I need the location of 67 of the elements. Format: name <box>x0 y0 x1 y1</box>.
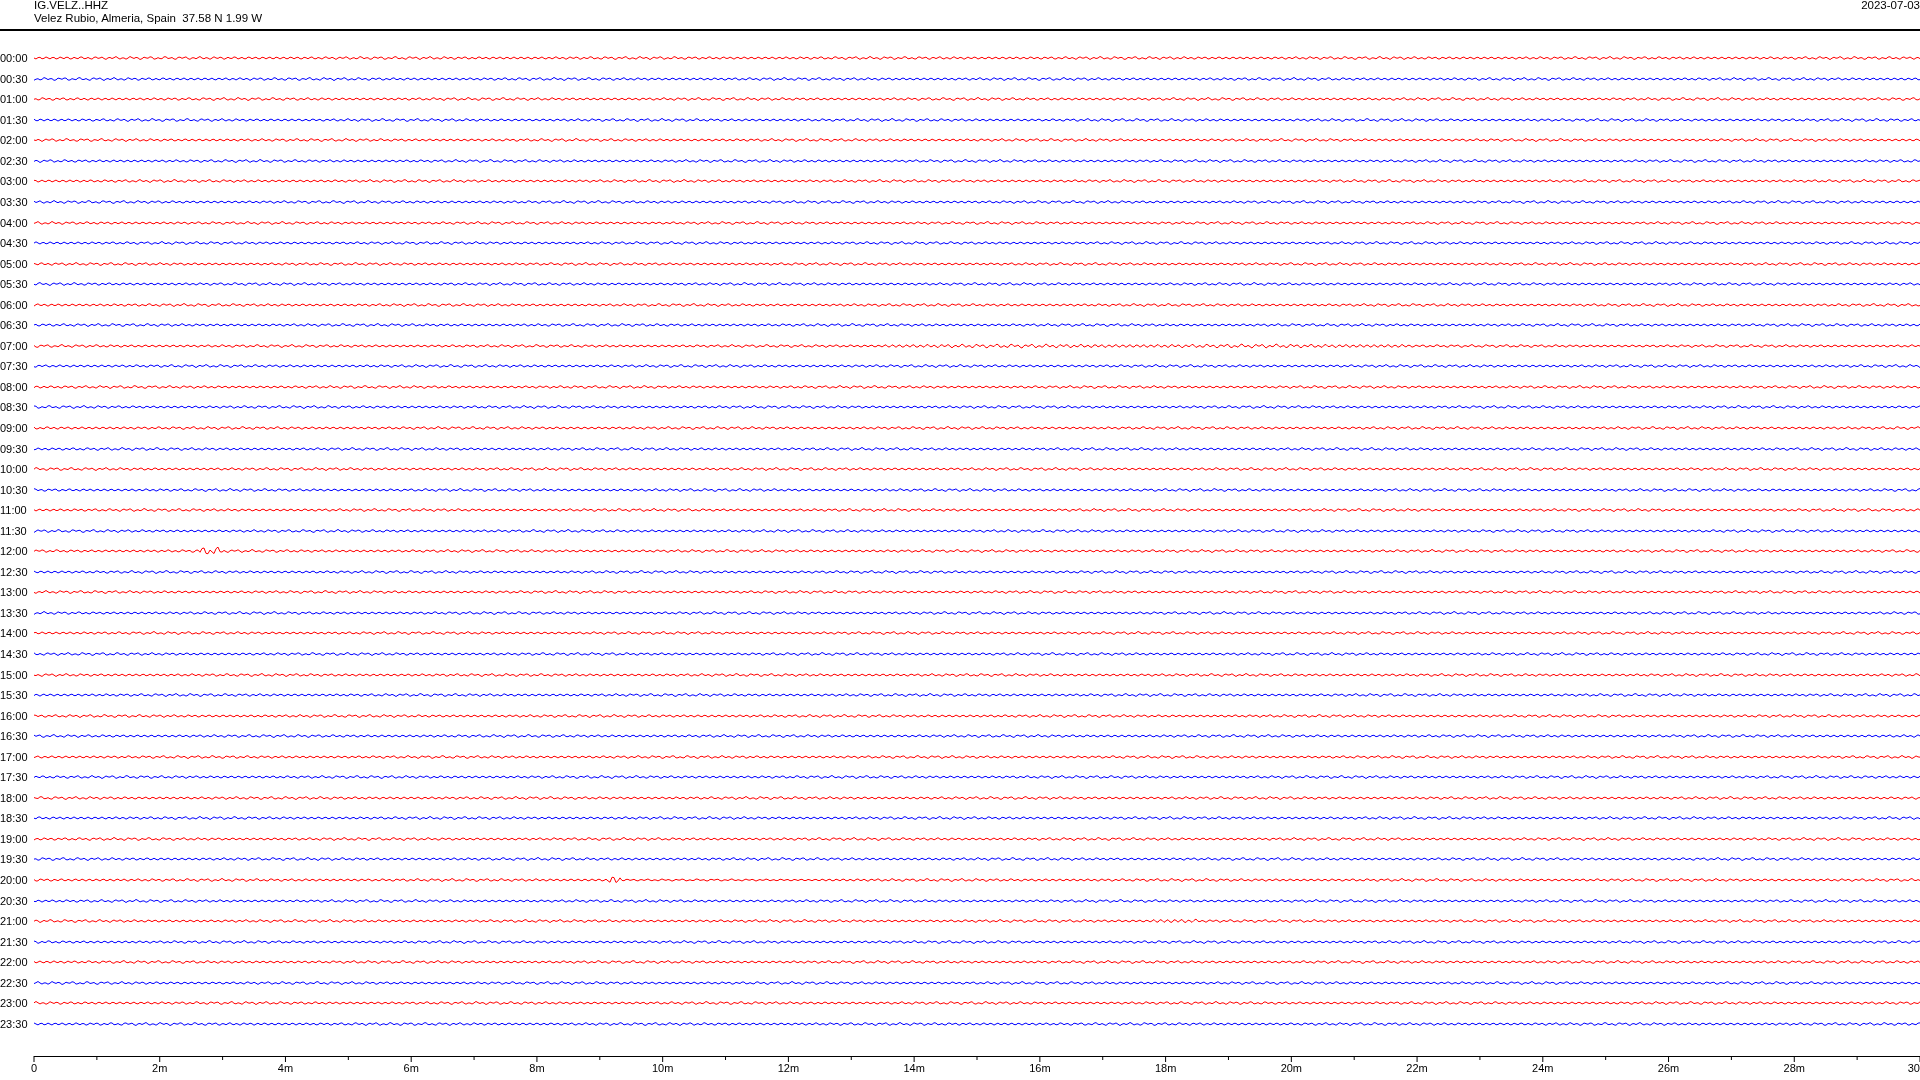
time-label: 15:30 <box>0 689 29 702</box>
time-label: 04:00 <box>0 216 29 229</box>
time-label: 06:00 <box>0 298 29 311</box>
time-label: 13:30 <box>0 606 29 619</box>
time-label: 22:00 <box>0 956 29 969</box>
time-label: 21:30 <box>0 935 29 948</box>
axis-tick-label: 28m <box>1783 1062 1805 1076</box>
time-label: 10:30 <box>0 483 29 496</box>
axis-tick-label: 16m <box>1029 1062 1051 1076</box>
time-label: 07:30 <box>0 360 29 373</box>
time-label: 12:00 <box>0 545 29 558</box>
station-code: IG.VELZ..HHZ <box>34 0 110 12</box>
time-label: 17:30 <box>0 771 29 784</box>
time-label: 20:00 <box>0 874 29 886</box>
time-label: 23:00 <box>0 997 29 1010</box>
time-label: 08:00 <box>0 380 29 393</box>
axis-tick-label: 24m <box>1532 1062 1554 1076</box>
time-label: 01:00 <box>0 93 29 106</box>
time-label: 06:30 <box>0 319 29 332</box>
time-label: 20:30 <box>0 894 29 907</box>
time-label: 00:00 <box>0 52 29 65</box>
axis-tick-label: 18m <box>1154 1062 1177 1076</box>
time-label: 04:30 <box>0 237 29 250</box>
time-label: 21:00 <box>0 915 29 928</box>
time-label: 03:00 <box>0 175 29 188</box>
axis-tick-label: 14m <box>903 1062 925 1076</box>
time-label: 00:30 <box>0 72 29 85</box>
axis-tick-label: 26m <box>1657 1062 1680 1076</box>
time-label: 09:30 <box>0 442 29 455</box>
time-label: 02:30 <box>0 154 29 167</box>
time-label: 14:00 <box>0 627 29 640</box>
time-label: 11:00 <box>0 504 28 517</box>
axis-tick-label: 22m <box>1406 1062 1428 1076</box>
time-label: 09:00 <box>0 422 29 434</box>
time-label: 15:00 <box>0 668 29 681</box>
time-label: 05:30 <box>0 278 29 291</box>
date-label: 2023-07-03 <box>1861 0 1920 13</box>
time-label: 14:30 <box>0 648 29 660</box>
time-label: 22:30 <box>0 976 29 989</box>
time-label: 01:30 <box>0 113 29 126</box>
time-label: 13:00 <box>0 586 29 599</box>
time-label: 11:30 <box>0 524 28 537</box>
time-label: 23:30 <box>0 1017 29 1030</box>
axis-tick-label: 8m <box>529 1062 545 1076</box>
axis-tick-label: 2m <box>152 1062 168 1076</box>
time-label: 12:30 <box>0 565 29 578</box>
axis-tick-label: 6m <box>403 1062 419 1076</box>
axis-tick-label: 0 <box>30 1062 38 1076</box>
time-label: 18:00 <box>0 791 29 804</box>
axis-tick-label: 30 <box>1907 1062 1920 1076</box>
time-label: 16:00 <box>0 709 29 722</box>
time-label: 02:00 <box>0 134 29 147</box>
axis-tick-label: 4m <box>277 1062 294 1076</box>
station-location: Velez Rubio, Almeria, Spain 37.58 N 1.99 W <box>34 12 263 25</box>
time-label: 07:00 <box>0 339 29 352</box>
time-label: 17:00 <box>0 750 29 763</box>
time-label: 05:00 <box>0 257 29 270</box>
time-label: 03:30 <box>0 195 29 208</box>
time-label: 16:30 <box>0 730 29 743</box>
time-label: 10:00 <box>0 463 29 476</box>
axis-tick-label: 20m <box>1280 1062 1303 1076</box>
time-label: 18:30 <box>0 812 29 825</box>
time-label: 19:30 <box>0 853 29 866</box>
axis-tick-label: 10m <box>651 1062 674 1076</box>
time-label: 19:00 <box>0 832 29 845</box>
time-label: 08:30 <box>0 401 29 414</box>
axis-tick-label: 12m <box>777 1062 800 1076</box>
